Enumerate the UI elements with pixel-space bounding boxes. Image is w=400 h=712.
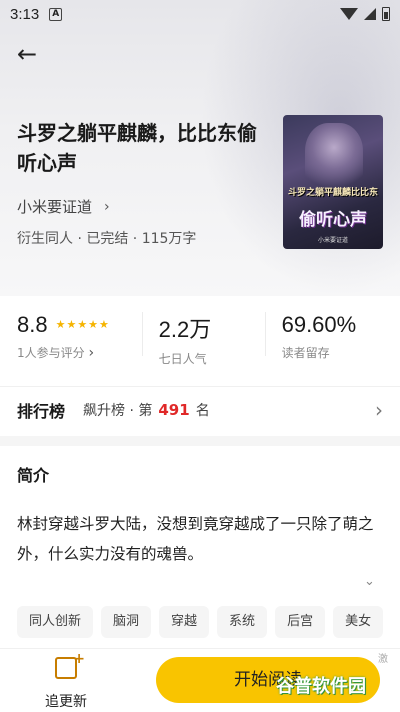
weekly-popularity-value: 2.2万: [158, 317, 212, 342]
cover-figure: [305, 123, 363, 193]
tag-item[interactable]: 系统: [217, 606, 268, 638]
follow-updates-label: 追更新: [45, 694, 87, 710]
chevron-right-icon: ›: [104, 198, 110, 215]
signal-icon: [364, 8, 376, 20]
book-meta: 衍生同人 · 已完结 · 115万字: [17, 231, 197, 247]
rating-value: 8.8: [17, 312, 48, 337]
rating-label: 1人参与评分: [17, 346, 85, 360]
retention-value: 69.60%: [281, 312, 357, 337]
rating-stat[interactable]: 8.8 ★★★★★ 1人参与评分 ›: [0, 300, 142, 376]
ranking-number: 491: [158, 400, 190, 419]
watermark-corner-text: 激: [378, 654, 388, 665]
weekly-popularity-stat: 2.2万 七日人气: [141, 300, 265, 376]
tag-item[interactable]: 美女: [333, 606, 384, 638]
ranking-row[interactable]: 排行榜 飙升榜 · 第 491 名 ›: [0, 386, 400, 432]
book-cover: 斗罗之躺平麒麟比比东 偷听心声 小米要证道: [283, 115, 383, 249]
ranking-title: 排行榜: [17, 401, 66, 421]
chevron-right-icon: ›: [375, 397, 383, 422]
notification-icon: A: [49, 7, 63, 21]
weekly-popularity-label: 七日人气: [158, 352, 207, 366]
rating-stars-icon: ★★★★★: [55, 319, 110, 331]
chevron-down-icon[interactable]: ⌄: [364, 574, 375, 589]
tag-list: 同人创新 脑洞 穿越 系统 后宫 美女: [17, 606, 400, 640]
watermark-logo: 谷普软件园: [276, 676, 366, 697]
ranking-suffix: 名: [195, 402, 210, 419]
status-indicators: [340, 7, 390, 21]
tag-item[interactable]: 穿越: [159, 606, 210, 638]
ranking-name: 飙升榜 · 第: [83, 402, 153, 419]
synopsis-title: 简介: [17, 466, 50, 485]
battery-icon: [382, 7, 390, 21]
follow-updates-button[interactable]: 追更新: [30, 651, 102, 711]
wifi-icon: [340, 8, 358, 20]
author-name: 小米要证道: [17, 198, 93, 216]
book-title: 斗罗之躺平麒麟，比比东偷听心声: [17, 121, 257, 175]
tag-item[interactable]: 后宫: [275, 606, 326, 638]
cover-title-line: 斗罗之躺平麒麟比比东: [287, 188, 378, 198]
bookmark-add-icon: [55, 651, 85, 679]
status-bar: 3:13 A: [0, 0, 400, 28]
tag-item[interactable]: 同人创新: [17, 606, 94, 638]
stats-row: 8.8 ★★★★★ 1人参与评分 › 2.2万 七日人气 69.60% 读者留存: [0, 300, 400, 376]
cover-subtitle-line: 偷听心声: [299, 210, 367, 230]
retention-label: 读者留存: [281, 346, 330, 360]
chevron-right-icon: ›: [88, 345, 95, 361]
status-time: 3:13: [10, 5, 40, 23]
section-divider: [0, 436, 400, 446]
synopsis-text: 林封穿越斗罗大陆，没想到竟穿越成了一只除了萌之外，什么实力没有的魂兽。: [17, 515, 374, 563]
cover-author-line: 小米要证道: [317, 237, 348, 244]
back-arrow-icon[interactable]: ←: [12, 40, 42, 70]
tag-item[interactable]: 脑洞: [101, 606, 152, 638]
author-link[interactable]: 小米要证道 ›: [17, 196, 110, 217]
retention-stat: 69.60% 读者留存: [264, 300, 400, 376]
